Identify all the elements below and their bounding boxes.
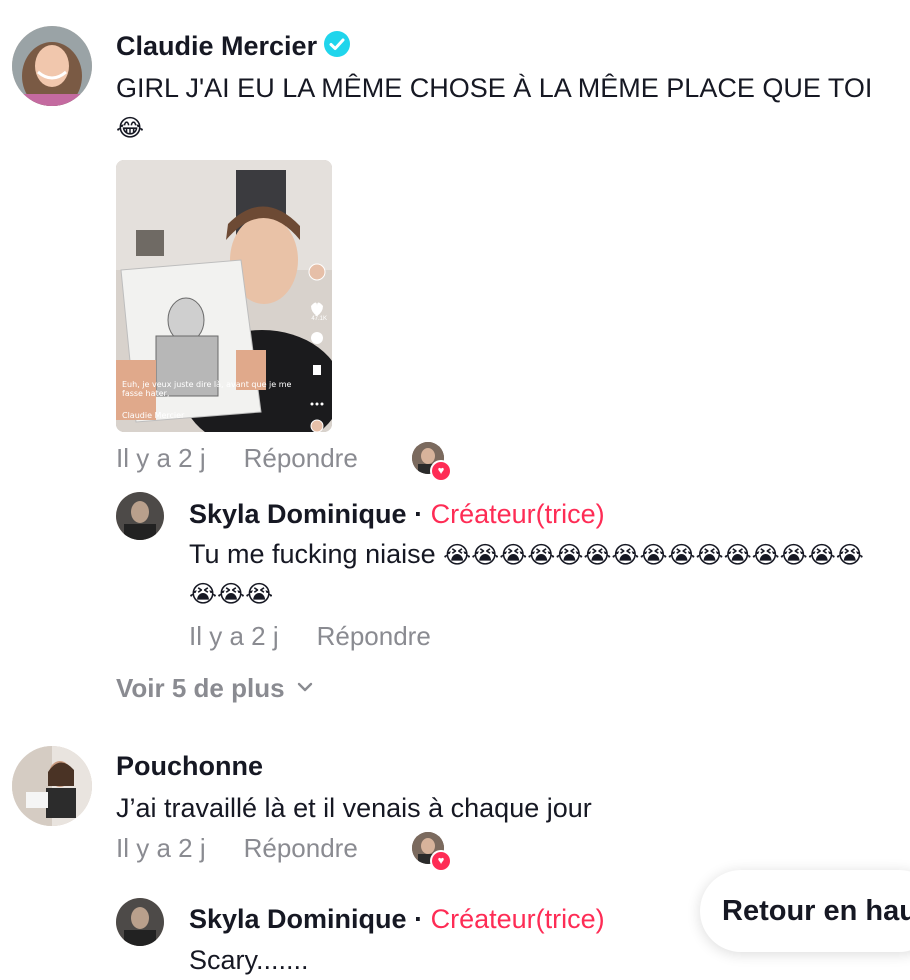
chevron-down-icon [297,682,312,692]
reply-emojis: 😭😭😭😭😭😭😭😭😭😭😭😭😭😭😭 [443,542,864,569]
avatar-image [12,26,92,106]
avatar-image [116,492,164,540]
author-name[interactable]: Claudie Mercier [116,31,317,61]
author-name[interactable]: Skyla Dominique [189,499,407,529]
separator: · [414,499,424,529]
comment-author[interactable]: Pouchonne [116,750,263,782]
avatar-image [12,746,92,826]
video-author: Claudie Mercier [122,411,185,420]
reply-button[interactable]: Répondre [244,833,358,863]
comment-time: Il y a 2 j [116,443,206,473]
reply-button[interactable]: Répondre [317,621,431,651]
avatar[interactable] [116,898,164,946]
creator-liked-indicator: ♥ [412,442,452,482]
comment-text: J’ai travaillé là et il venais à chaque … [116,793,592,823]
reply-author[interactable]: Skyla Dominique · Créateur(trice) [189,903,605,935]
reply-button[interactable]: Répondre [244,443,358,473]
reply-text: Tu me fucking niaise 😭😭😭😭😭😭😭😭😭😭😭😭😭😭😭 [189,534,864,576]
comment-meta: Il y a 2 j Répondre [116,832,358,864]
creator-badge: Créateur(trice) [430,499,605,529]
comment-emoji: 😂 [116,115,145,142]
reply-author[interactable]: Skyla Dominique · Créateur(trice) [189,498,605,530]
avatar-image [116,898,164,946]
comment-author[interactable]: Claudie Mercier [116,30,351,62]
avatar[interactable] [12,746,92,826]
heart-icon: ♥ [430,460,452,482]
back-to-top-button[interactable]: Retour en haut [700,870,910,952]
view-more-label: Voir 5 de plus [116,673,285,703]
video-like-count: 47.1K [311,316,327,322]
reply-emojis-continued: 😭😭😭 [189,581,274,608]
video-thumbnail[interactable]: Euh, je veux juste dire là, avant que je… [116,160,332,432]
reply-meta: Il y a 2 j Répondre [189,620,431,652]
comment-time: Il y a 2 j [116,833,206,863]
verified-badge-icon [324,31,351,57]
comment-text: GIRL J'AI EU LA MÊME CHOSE À LA MÊME PLA… [116,73,873,103]
creator-badge: Créateur(trice) [430,904,605,934]
avatar[interactable] [12,26,92,106]
separator: · [414,904,424,934]
avatar[interactable] [116,492,164,540]
creator-liked-indicator: ♥ [412,832,452,872]
heart-icon: ♥ [430,850,452,872]
comment-meta: Il y a 2 j Répondre [116,442,358,474]
video-caption: Euh, je veux juste dire là, avant que je… [122,380,292,398]
reply-text: Scary....... [189,945,309,975]
author-name[interactable]: Pouchonne [116,751,263,781]
reply-text-content: Tu me fucking niaise [189,539,436,569]
reply-time: Il y a 2 j [189,621,279,651]
view-more-replies-button[interactable]: Voir 5 de plus [116,672,313,704]
author-name[interactable]: Skyla Dominique [189,904,407,934]
